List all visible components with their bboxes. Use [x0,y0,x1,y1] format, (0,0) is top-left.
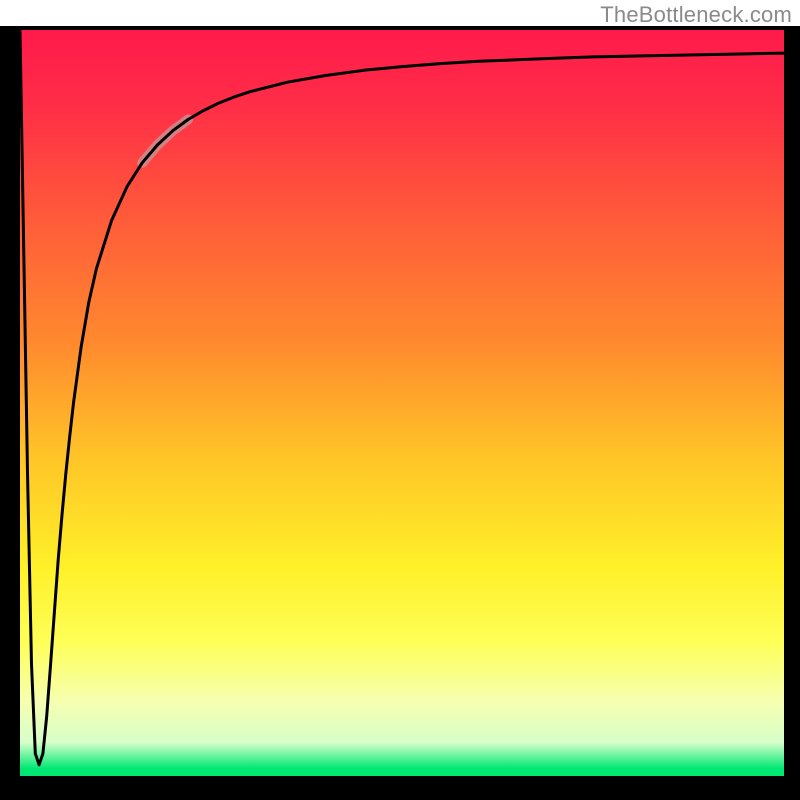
chart-svg [0,0,800,800]
chart-stage: { "watermark": "TheBottleneck.com", "col… [0,0,800,800]
plot-background [20,30,784,776]
watermark-text: TheBottleneck.com [600,2,792,28]
